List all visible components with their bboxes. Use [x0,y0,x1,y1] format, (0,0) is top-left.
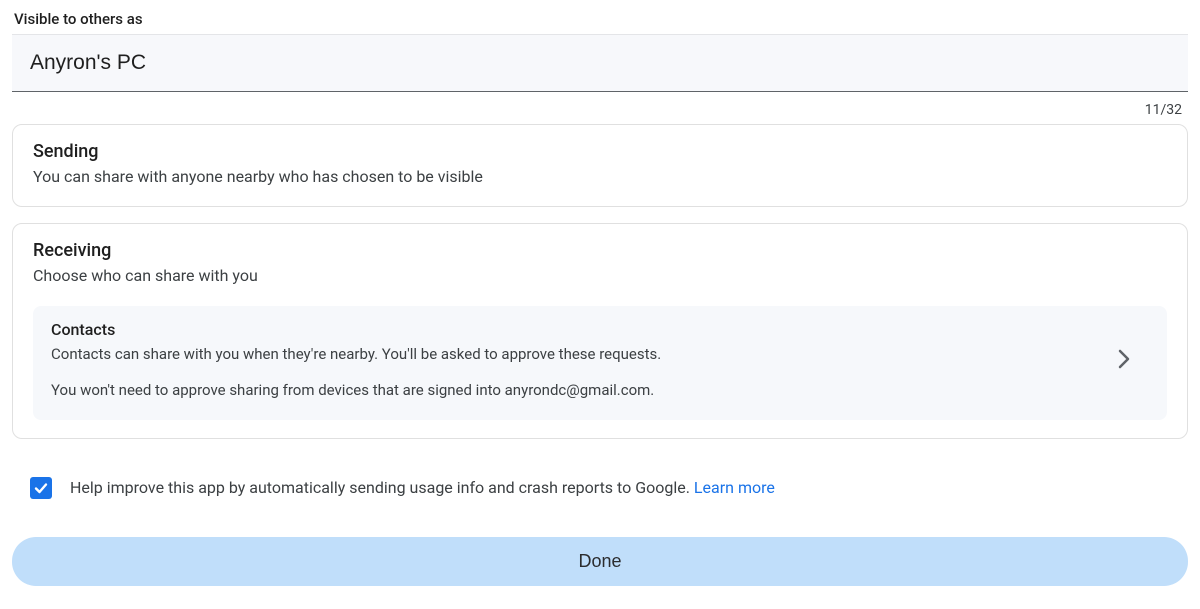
receiving-option-line2: You won't need to approve sharing from d… [51,379,1107,402]
done-button[interactable]: Done [12,537,1188,586]
device-name-label: Visible to others as [12,10,1188,28]
receiving-option-line1: Contacts can share with you when they're… [51,343,1107,366]
check-icon [33,480,49,496]
device-name-char-count: 11/32 [12,92,1188,124]
sending-description: You can share with anyone nearby who has… [33,166,1167,188]
sending-card: Sending You can share with anyone nearby… [12,124,1188,207]
receiving-title: Receiving [33,240,1167,261]
device-name-input-container [12,34,1188,92]
learn-more-link[interactable]: Learn more [694,478,775,497]
chevron-right-icon [1117,348,1149,374]
sending-title: Sending [33,141,1167,162]
device-name-input[interactable] [12,34,1188,92]
receiving-option-title: Contacts [51,320,1107,339]
improve-checkbox[interactable] [30,477,52,499]
improve-text: Help improve this app by automatically s… [70,478,694,497]
improve-checkbox-row: Help improve this app by automatically s… [12,467,1188,509]
receiving-option-textblock: Contacts Contacts can share with you whe… [51,320,1107,402]
receiving-card: Receiving Choose who can share with you … [12,223,1188,438]
receiving-description: Choose who can share with you [33,265,1167,287]
receiving-option-contacts[interactable]: Contacts Contacts can share with you whe… [33,306,1167,420]
improve-checkbox-label: Help improve this app by automatically s… [70,478,775,497]
